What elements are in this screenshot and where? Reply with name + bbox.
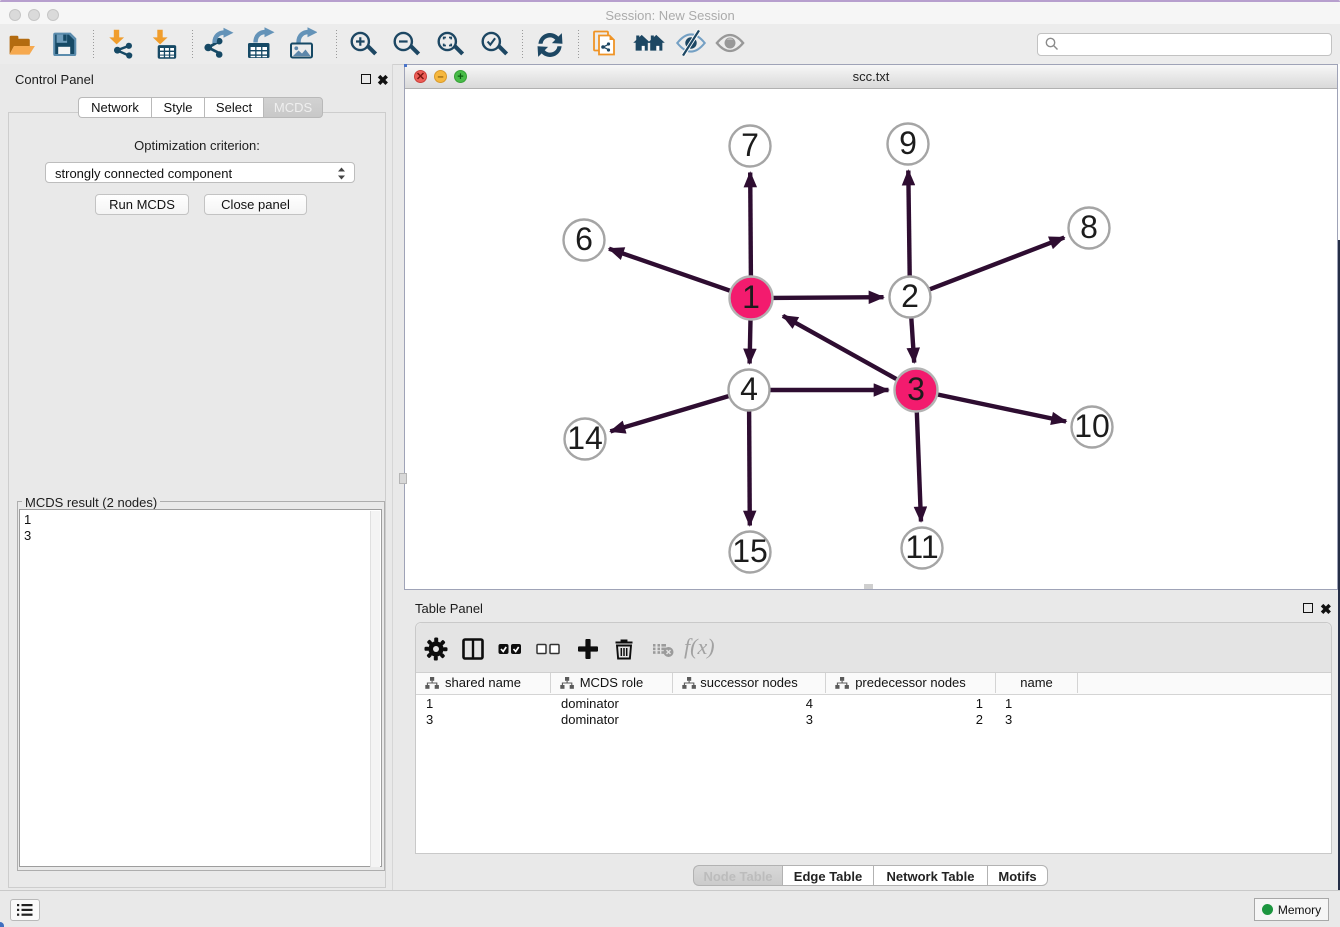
svg-text:3: 3: [907, 371, 925, 407]
svg-text:2: 2: [901, 278, 919, 314]
svg-text:9: 9: [899, 125, 917, 161]
svg-text:8: 8: [1080, 209, 1098, 245]
svg-text:4: 4: [740, 371, 758, 407]
svg-text:11: 11: [905, 529, 938, 565]
svg-text:6: 6: [575, 221, 593, 257]
svg-text:1: 1: [742, 279, 760, 315]
svg-text:7: 7: [741, 127, 759, 163]
svg-text:15: 15: [732, 533, 768, 569]
svg-text:10: 10: [1074, 408, 1110, 444]
svg-text:14: 14: [567, 420, 603, 456]
